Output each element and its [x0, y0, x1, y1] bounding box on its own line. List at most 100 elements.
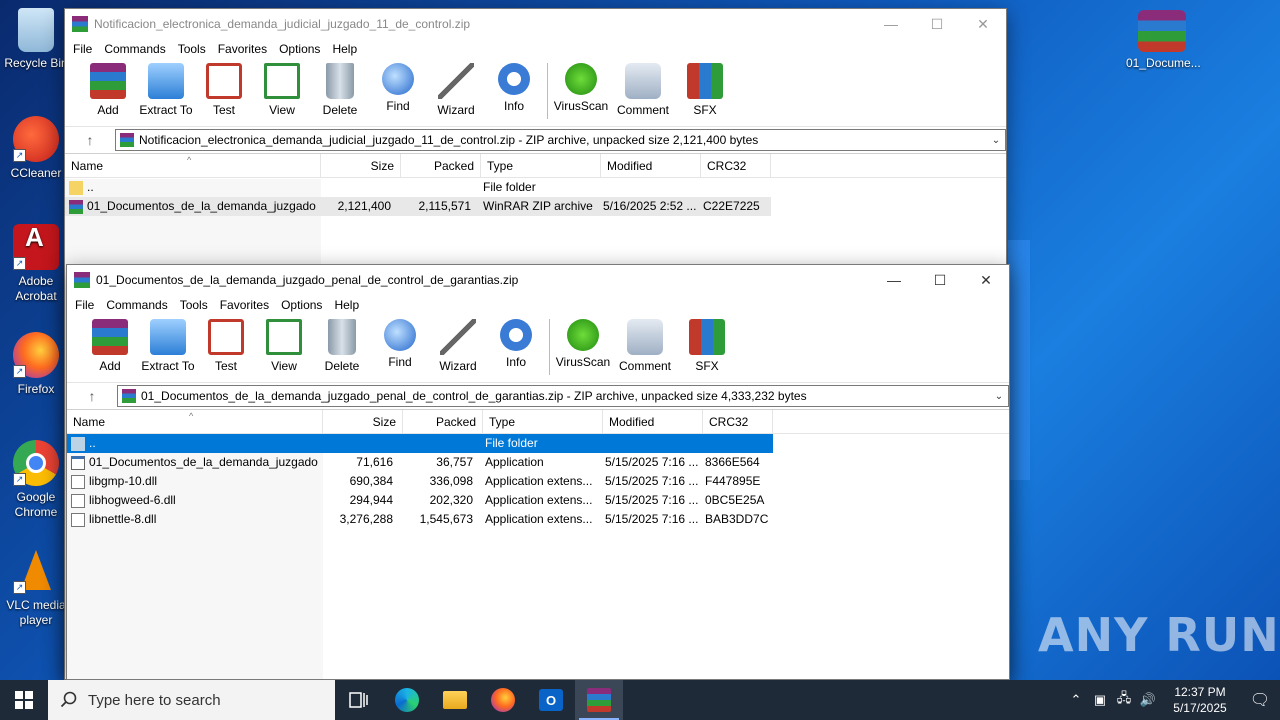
add-button[interactable]: Add	[79, 59, 137, 121]
taskbar-search-box[interactable]: Type here to search	[48, 680, 335, 720]
start-button[interactable]	[0, 680, 48, 720]
test-button[interactable]: Test	[195, 59, 253, 121]
desktop-icon-ccleaner[interactable]: ↗ CCleaner	[0, 116, 72, 181]
menu-options[interactable]: Options	[273, 42, 326, 56]
maximize-button[interactable]: ☐	[914, 9, 960, 39]
comment-button[interactable]: Comment	[610, 59, 676, 121]
clock[interactable]: 12:37 PM 5/17/2025	[1160, 684, 1240, 716]
cell-name: ..	[87, 180, 94, 194]
recycle-bin-icon	[18, 8, 54, 52]
clock-time: 12:37 PM	[1174, 685, 1226, 699]
column-crc32[interactable]: CRC32	[703, 410, 773, 433]
winrar-window-2[interactable]: 01_Documentos_de_la_demanda_juzgado_pena…	[66, 264, 1010, 680]
volume-icon[interactable]: 🔊	[1136, 692, 1160, 708]
table-row[interactable]: libnettle-8.dll 3,276,288 1,545,673 Appl…	[67, 510, 1009, 529]
close-button[interactable]: ✕	[963, 265, 1009, 295]
search-icon	[60, 691, 77, 708]
column-packed[interactable]: Packed	[401, 154, 481, 177]
delete-button[interactable]: Delete	[313, 315, 371, 377]
column-name[interactable]: ^ Name	[67, 410, 323, 433]
toolbar-label: VirusScan	[555, 355, 611, 369]
chevron-down-icon[interactable]: ⌄	[990, 391, 1008, 402]
column-packed[interactable]: Packed	[403, 410, 483, 433]
table-row[interactable]: .. File folder	[67, 434, 773, 453]
chevron-up-icon[interactable]: ⌃	[1064, 692, 1088, 708]
column-modified[interactable]: Modified	[601, 154, 701, 177]
toolbar-label: Add	[97, 103, 119, 117]
info-button[interactable]: Info	[485, 59, 543, 121]
title-bar[interactable]: Notificacion_electronica_demanda_judicia…	[65, 9, 1006, 39]
menu-options[interactable]: Options	[275, 298, 328, 312]
sfx-button[interactable]: SFX	[676, 59, 734, 121]
column-type[interactable]: Type	[483, 410, 603, 433]
address-bar[interactable]: 01_Documentos_de_la_demanda_juzgado_pena…	[117, 385, 1009, 407]
desktop-icon-firefox[interactable]: ↗ Firefox	[0, 332, 72, 397]
wizard-button[interactable]: Wizard	[427, 59, 485, 121]
virusscan-button[interactable]: VirusScan	[552, 59, 610, 121]
add-button[interactable]: Add	[81, 315, 139, 377]
column-name[interactable]: ^ Name	[65, 154, 321, 177]
column-type[interactable]: Type	[481, 154, 601, 177]
title-bar[interactable]: 01_Documentos_de_la_demanda_juzgado_pena…	[67, 265, 1009, 295]
task-view-button[interactable]	[335, 680, 383, 720]
info-button[interactable]: Info	[487, 315, 545, 377]
test-button[interactable]: Test	[197, 315, 255, 377]
menu-file[interactable]: File	[69, 298, 100, 312]
network-icon[interactable]: 🖧	[1112, 689, 1136, 711]
column-size[interactable]: Size	[321, 154, 401, 177]
table-row[interactable]: libhogweed-6.dll 294,944 202,320 Applica…	[67, 491, 1009, 510]
menu-tools[interactable]: Tools	[174, 298, 214, 312]
desktop-icon-vlc[interactable]: ↗ VLC media player	[0, 548, 72, 628]
desktop-icon-adobe-acrobat[interactable]: A ↗ Adobe Acrobat	[0, 224, 72, 304]
taskbar-file-explorer[interactable]	[431, 680, 479, 720]
desktop-icon-zip-file[interactable]: 01_Docume...	[1126, 10, 1201, 71]
delete-button[interactable]: Delete	[311, 59, 369, 121]
find-button[interactable]: Find	[369, 59, 427, 121]
table-row[interactable]: 01_Documentos_de_la_demanda_juzgado... 7…	[67, 453, 1009, 472]
minimize-button[interactable]: —	[871, 265, 917, 295]
close-button[interactable]: ✕	[960, 9, 1006, 39]
windows-logo-fragment	[1008, 240, 1030, 480]
column-size[interactable]: Size	[323, 410, 403, 433]
column-crc32[interactable]: CRC32	[701, 154, 771, 177]
virusscan-button[interactable]: VirusScan	[554, 315, 612, 377]
menu-commands[interactable]: Commands	[98, 42, 171, 56]
desktop-icon-recycle-bin[interactable]: Recycle Bin	[0, 8, 72, 71]
view-button[interactable]: View	[253, 59, 311, 121]
view-button[interactable]: View	[255, 315, 313, 377]
table-row[interactable]: 01_Documentos_de_la_demanda_juzgado... 2…	[65, 197, 771, 216]
chevron-down-icon[interactable]: ⌄	[987, 135, 1005, 146]
file-list[interactable]: ^ Name Size Packed Type Modified CRC32 ..…	[67, 409, 1009, 679]
maximize-button[interactable]: ☐	[917, 265, 963, 295]
sfx-button[interactable]: SFX	[678, 315, 736, 377]
minimize-button[interactable]: —	[868, 9, 914, 39]
extract-to-button[interactable]: Extract To	[139, 315, 197, 377]
menu-favorites[interactable]: Favorites	[214, 298, 275, 312]
up-arrow-icon[interactable]: ↑	[65, 132, 115, 148]
wizard-button[interactable]: Wizard	[429, 315, 487, 377]
taskbar-outlook[interactable]: O	[527, 680, 575, 720]
menu-commands[interactable]: Commands	[100, 298, 173, 312]
table-row[interactable]: .. File folder	[65, 178, 1006, 197]
menu-help[interactable]: Help	[326, 42, 363, 56]
taskbar-firefox[interactable]	[479, 680, 527, 720]
notification-icon[interactable]: 🗨	[1240, 690, 1280, 710]
device-icon[interactable]: ▣	[1088, 692, 1112, 708]
taskbar-edge[interactable]	[383, 680, 431, 720]
address-bar[interactable]: Notificacion_electronica_demanda_judicia…	[115, 129, 1006, 151]
up-arrow-icon[interactable]: ↑	[67, 388, 117, 404]
menu-help[interactable]: Help	[328, 298, 365, 312]
cell-type: File folder	[485, 436, 538, 450]
table-row[interactable]: libgmp-10.dll 690,384 336,098 Applicatio…	[67, 472, 1009, 491]
menu-favorites[interactable]: Favorites	[212, 42, 273, 56]
column-modified[interactable]: Modified	[603, 410, 703, 433]
extract-to-button[interactable]: Extract To	[137, 59, 195, 121]
desktop-icon-google-chrome[interactable]: ↗ Google Chrome	[0, 440, 72, 520]
taskbar-winrar[interactable]	[575, 680, 623, 720]
toolbar-label: View	[269, 103, 295, 117]
comment-button[interactable]: Comment	[612, 315, 678, 377]
find-button[interactable]: Find	[371, 315, 429, 377]
search-placeholder: Type here to search	[88, 691, 221, 709]
menu-file[interactable]: File	[67, 42, 98, 56]
menu-tools[interactable]: Tools	[172, 42, 212, 56]
